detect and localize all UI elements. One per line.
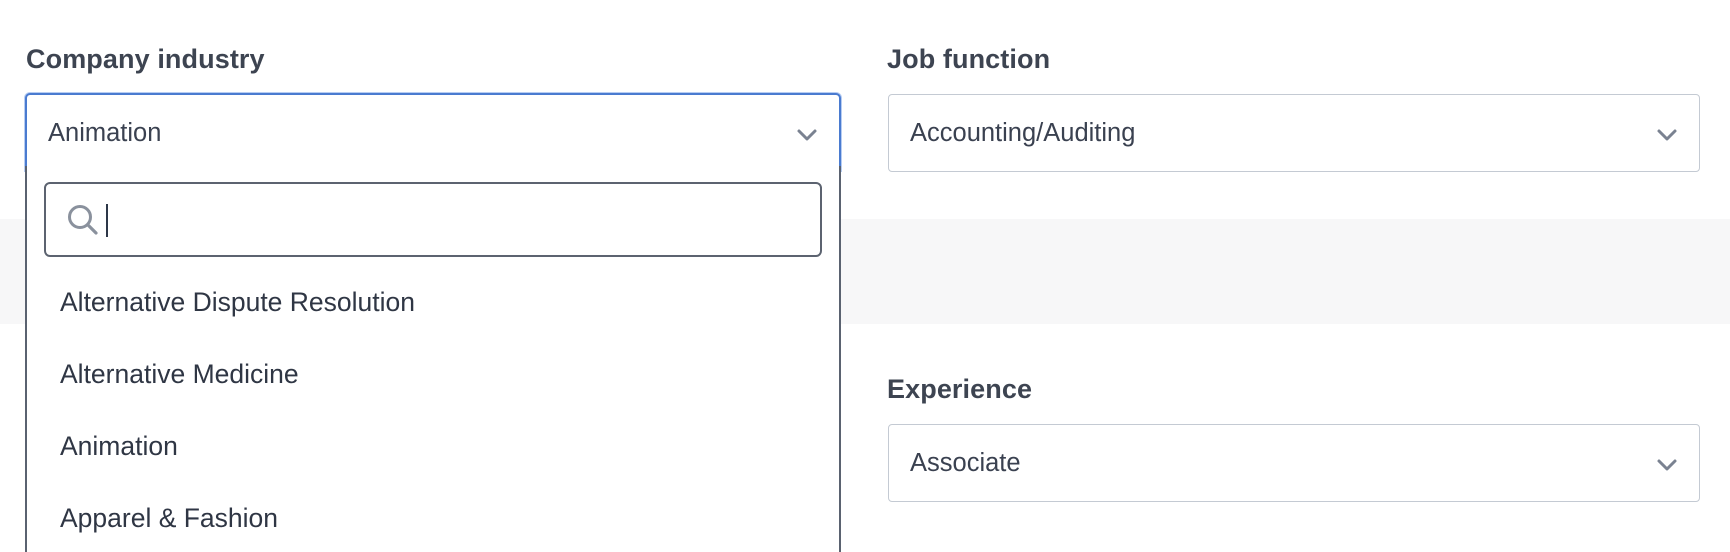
company-industry-label: Company industry	[26, 44, 265, 74]
industry-search-field[interactable]	[44, 182, 822, 257]
text-cursor	[106, 204, 108, 237]
job-function-label: Job function	[887, 44, 1051, 74]
search-icon	[68, 205, 98, 235]
company-industry-selected-value: Animation	[48, 119, 162, 147]
industry-search-input[interactable]	[112, 184, 802, 255]
job-function-selected-value: Accounting/Auditing	[910, 119, 1136, 147]
dropdown-option[interactable]: Apparel & Fashion	[60, 503, 278, 534]
dropdown-option[interactable]: Alternative Dispute Resolution	[60, 287, 415, 318]
dropdown-option[interactable]: Animation	[60, 431, 178, 462]
job-function-select[interactable]: Accounting/Auditing	[888, 94, 1700, 172]
company-industry-dropdown: Alternative Dispute Resolution Alternati…	[25, 166, 841, 552]
dropdown-option[interactable]: Alternative Medicine	[60, 359, 299, 390]
chevron-down-icon	[1657, 129, 1677, 141]
chevron-down-icon	[797, 129, 817, 141]
chevron-down-icon	[1657, 459, 1677, 471]
company-industry-select[interactable]: Animation	[25, 93, 841, 171]
experience-select[interactable]: Associate	[888, 424, 1700, 502]
experience-label: Experience	[887, 374, 1033, 404]
experience-selected-value: Associate	[910, 449, 1021, 477]
